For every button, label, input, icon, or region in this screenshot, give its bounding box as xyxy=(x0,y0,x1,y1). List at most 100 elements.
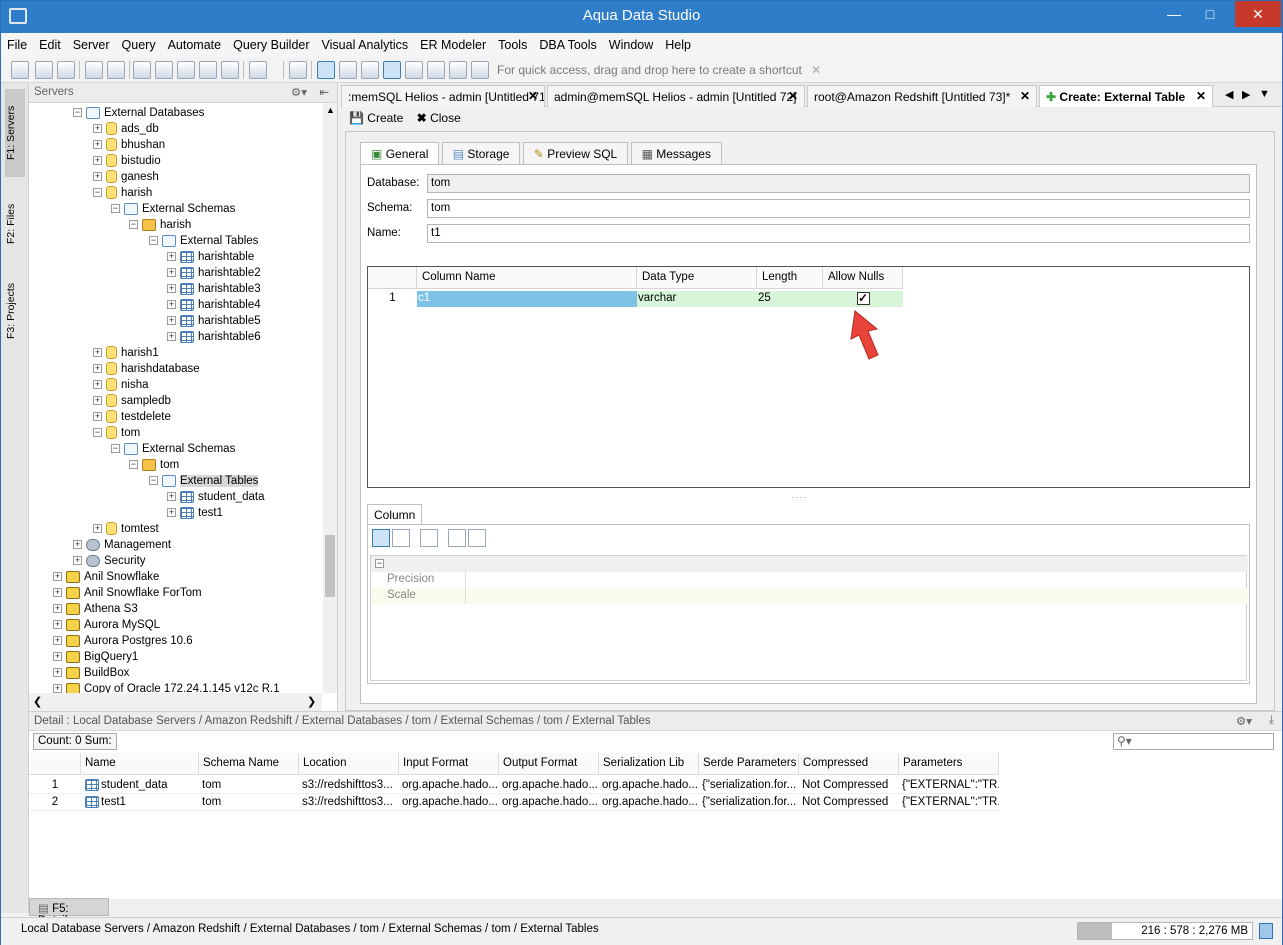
collapse-icon[interactable]: − xyxy=(73,108,82,118)
allow-nulls-header[interactable]: Allow Nulls xyxy=(823,267,903,289)
expand-icon[interactable]: + xyxy=(167,508,176,518)
tree-node[interactable]: − External Tables xyxy=(149,473,259,489)
expand-icon[interactable]: + xyxy=(93,140,102,150)
table-cell[interactable]: org.apache.hado... xyxy=(499,777,599,794)
table-cell[interactable]: org.apache.hado... xyxy=(499,794,599,811)
tab-untitled-71[interactable]: :memSQL Helios - admin [Untitled 71] ✕ xyxy=(341,85,545,107)
tab-column[interactable]: Column xyxy=(367,504,423,524)
connect-icon[interactable] xyxy=(57,61,75,79)
table-cell[interactable]: s3://redshifttos3... xyxy=(299,794,399,811)
tree-node[interactable]: + BigQuery1 xyxy=(53,649,138,665)
tree-node[interactable]: + harishdatabase xyxy=(93,361,200,377)
download-icon[interactable]: ⤓ xyxy=(1269,714,1274,727)
length-cell[interactable]: 25 xyxy=(757,291,823,307)
tree-node[interactable]: + tomtest xyxy=(93,521,159,537)
expand-icon[interactable]: + xyxy=(53,636,62,646)
collapse-icon[interactable]: − xyxy=(375,559,384,568)
expand-icon[interactable]: + xyxy=(167,300,176,310)
close-quick-access-icon[interactable]: ✕ xyxy=(811,63,821,77)
garbage-collect-icon[interactable] xyxy=(1259,923,1273,939)
table-cell[interactable]: {"serialization.for... xyxy=(699,794,799,811)
collapse-all-icon[interactable] xyxy=(468,529,486,547)
tab-untitled-72[interactable]: admin@memSQL Helios - admin [Untitled 72… xyxy=(547,85,805,107)
tab-untitled-73[interactable]: root@Amazon Redshift [Untitled 73]* ✕ xyxy=(807,85,1037,107)
layout-vertical-icon[interactable] xyxy=(427,61,445,79)
expand-icon[interactable]: + xyxy=(53,604,62,614)
tree-node[interactable]: − harish xyxy=(129,217,191,233)
tab-general[interactable]: ▣ General xyxy=(360,142,440,164)
column-name-cell[interactable]: c1 xyxy=(417,291,637,307)
create-button[interactable]: 💾 Create xyxy=(349,111,403,125)
allow-nulls-checkbox[interactable]: ✓ xyxy=(856,292,870,305)
categorized-icon[interactable] xyxy=(372,529,390,547)
tree-node[interactable]: − External Databases xyxy=(73,105,204,121)
table-cell[interactable]: {"EXTERNAL":"TR... xyxy=(899,777,999,794)
scroll-left-icon[interactable]: ❮ xyxy=(33,695,42,708)
layout-grid-icon[interactable] xyxy=(383,61,401,79)
monitor-icon[interactable] xyxy=(221,61,239,79)
tab-servers[interactable]: F1: Servers xyxy=(5,89,25,177)
expand-icon[interactable]: + xyxy=(167,332,176,342)
expand-icon[interactable]: + xyxy=(93,396,102,406)
tree-node[interactable]: + harishtable4 xyxy=(167,297,261,313)
disconnect-icon[interactable] xyxy=(85,61,103,79)
new-server-icon[interactable] xyxy=(11,61,29,79)
expand-icon[interactable]: + xyxy=(53,684,62,693)
expand-icon[interactable]: + xyxy=(93,124,102,134)
gear-icon[interactable]: ⚙▾ xyxy=(291,85,307,99)
menu-automate[interactable]: Automate xyxy=(162,33,228,52)
menu-query-builder[interactable]: Query Builder xyxy=(227,33,315,52)
tree-node[interactable]: + harishtable xyxy=(167,249,254,265)
menu-window[interactable]: Window xyxy=(603,33,659,52)
close-button[interactable]: ✖ Close xyxy=(417,111,461,125)
tree-node[interactable]: + harishtable2 xyxy=(167,265,261,281)
tree-node[interactable]: + bistudio xyxy=(93,153,161,169)
expand-icon[interactable]: + xyxy=(167,268,176,278)
menu-server[interactable]: Server xyxy=(67,33,116,52)
tree-node[interactable]: + ads_db xyxy=(93,121,159,137)
table-cell[interactable]: org.apache.hado... xyxy=(599,794,699,811)
close-tab-icon[interactable]: ✕ xyxy=(1196,89,1206,103)
scale-row[interactable]: Scale xyxy=(371,588,1248,604)
expand-icon[interactable]: + xyxy=(93,172,102,182)
menu-help[interactable]: Help xyxy=(659,33,697,52)
title-bar[interactable]: Aqua Data Studio — □ ✕ xyxy=(1,1,1282,33)
table-cell[interactable]: org.apache.hado... xyxy=(399,794,499,811)
tree-node[interactable]: + Aurora Postgres 10.6 xyxy=(53,633,193,649)
data-type-header[interactable]: Data Type xyxy=(637,267,757,289)
tree-node[interactable]: − tom xyxy=(93,425,140,441)
expand-icon[interactable]: + xyxy=(93,364,102,374)
tab-detail[interactable]: ▤ F5: Detail xyxy=(29,898,109,927)
close-tab-icon[interactable]: ✕ xyxy=(1020,89,1030,103)
maximize-button[interactable]: □ xyxy=(1192,1,1228,27)
edit-server-icon[interactable] xyxy=(35,61,53,79)
collapse-icon[interactable]: − xyxy=(111,204,120,214)
scroll-up-icon[interactable]: ▲ xyxy=(326,105,335,115)
tree-node[interactable]: + harishtable5 xyxy=(167,313,261,329)
layout-tile-icon[interactable] xyxy=(317,61,335,79)
menu-dba-tools[interactable]: DBA Tools xyxy=(533,33,602,52)
tree-node[interactable]: + Athena S3 xyxy=(53,601,138,617)
collapse-icon[interactable]: − xyxy=(149,476,158,486)
table-cell[interactable]: {"serialization.for... xyxy=(699,777,799,794)
column-header[interactable]: Serialization Lib xyxy=(599,753,699,775)
column-header[interactable]: Output Format xyxy=(499,753,599,775)
tree-node[interactable]: + Anil Snowflake xyxy=(53,569,159,585)
scroll-right-icon[interactable]: ❯ xyxy=(307,695,316,708)
column-header[interactable]: Name xyxy=(81,753,199,775)
expand-icon[interactable]: + xyxy=(73,540,82,550)
column-header[interactable]: Serde Parameters xyxy=(699,753,799,775)
table-cell[interactable]: Not Compressed xyxy=(799,794,899,811)
tree-node[interactable]: + Anil Snowflake ForTom xyxy=(53,585,202,601)
menu-er-modeler[interactable]: ER Modeler xyxy=(414,33,492,52)
expand-icon[interactable]: + xyxy=(73,556,82,566)
menu-visual-analytics[interactable]: Visual Analytics xyxy=(316,33,415,52)
tree-node[interactable]: + Aurora MySQL xyxy=(53,617,160,633)
tree-scroll-thumb[interactable] xyxy=(325,535,335,597)
close-tab-icon[interactable]: ✕ xyxy=(788,89,798,103)
column-header[interactable]: Location xyxy=(299,753,399,775)
layout-horizontal-icon[interactable] xyxy=(405,61,423,79)
table-cell[interactable]: Not Compressed xyxy=(799,777,899,794)
expand-all-icon[interactable] xyxy=(448,529,466,547)
gear-icon[interactable]: ⚙▾ xyxy=(1236,714,1252,728)
